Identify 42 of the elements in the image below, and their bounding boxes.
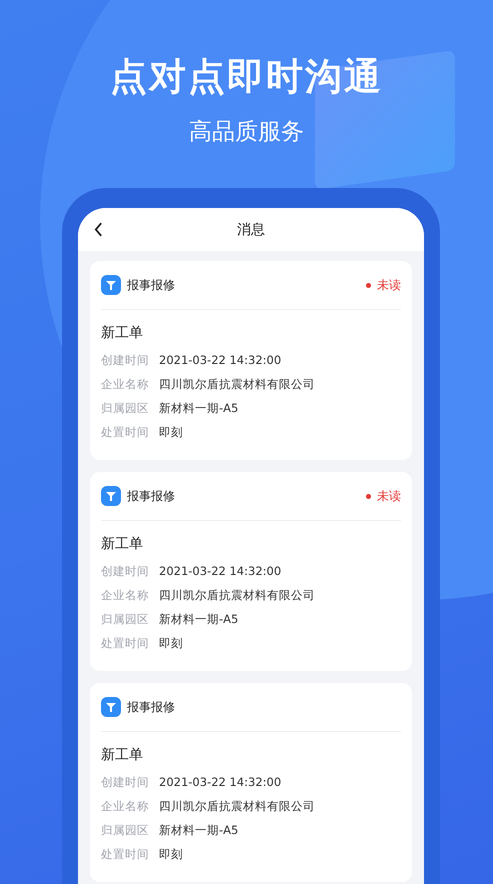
field-label: 企业名称 [101, 798, 149, 814]
field-label: 处置时间 [101, 636, 149, 650]
field-value: 2021-03-22 14:32:00 [159, 775, 282, 789]
field-label: 企业名称 [101, 376, 149, 392]
field-value: 新材料一期-A5 [159, 822, 238, 838]
message-category: 报事报修 [127, 488, 176, 504]
field-value: 新材料一期-A5 [159, 612, 238, 626]
field-value: 四川凯尔盾抗震材料有限公司 [159, 588, 315, 602]
message-title: 新工单 [101, 535, 144, 553]
headline: 点对点即时沟通 [110, 54, 383, 100]
unread-status: 未读 [366, 276, 401, 294]
field-label: 创建时间 [101, 352, 149, 368]
field-value: 即刻 [159, 424, 183, 440]
field-value: 即刻 [159, 636, 183, 650]
repair-app-icon [101, 486, 121, 506]
repair-app-icon [101, 697, 121, 717]
repair-app-icon [101, 275, 121, 295]
unread-status: 未读 [366, 488, 401, 504]
message-card[interactable]: 报事报修 未读 新工单 创建时间 2021-03-22 14:32:00 企业名称 四川凯尔盾抗震材料有限公司 归属园区 新材料一期-A5 处置时间 即刻 [90, 472, 412, 671]
message-category: 报事报修 [127, 276, 176, 294]
field-value: 2021-03-22 14:32:00 [159, 353, 282, 367]
field-value: 即刻 [159, 846, 183, 862]
field-value: 新材料一期-A5 [159, 400, 238, 416]
message-title: 新工单 [101, 324, 144, 342]
message-card[interactable]: 报事报修 新工单 创建时间 2021-03-22 14:32:00 企业名称 四川凯尔盾抗震材料有限公司 归属园区 新材料一期-A5 处置时间 即刻 [90, 683, 412, 882]
message-title: 新工单 [101, 746, 144, 764]
field-label: 企业名称 [101, 588, 149, 602]
field-value: 2021-03-22 14:32:00 [159, 564, 282, 578]
field-value: 四川凯尔盾抗震材料有限公司 [159, 798, 315, 814]
field-label: 归属园区 [101, 822, 149, 838]
screen-title: 消息 [237, 220, 265, 238]
field-value: 四川凯尔盾抗震材料有限公司 [159, 376, 315, 392]
back-icon[interactable] [94, 222, 103, 237]
subheadline: 高品质服务 [189, 118, 304, 147]
field-label: 归属园区 [101, 612, 149, 626]
field-label: 创建时间 [101, 774, 149, 790]
field-label: 处置时间 [101, 846, 149, 862]
field-label: 归属园区 [101, 400, 149, 416]
message-card[interactable]: 报事报修 未读 新工单 创建时间 2021-03-22 14:32:00 企业名称 四川凯尔盾抗震材料有限公司 归属园区 新材料一期-A5 处置时间 即刻 [90, 261, 412, 460]
field-label: 创建时间 [101, 564, 149, 578]
message-category: 报事报修 [127, 698, 176, 716]
field-label: 处置时间 [101, 424, 149, 440]
